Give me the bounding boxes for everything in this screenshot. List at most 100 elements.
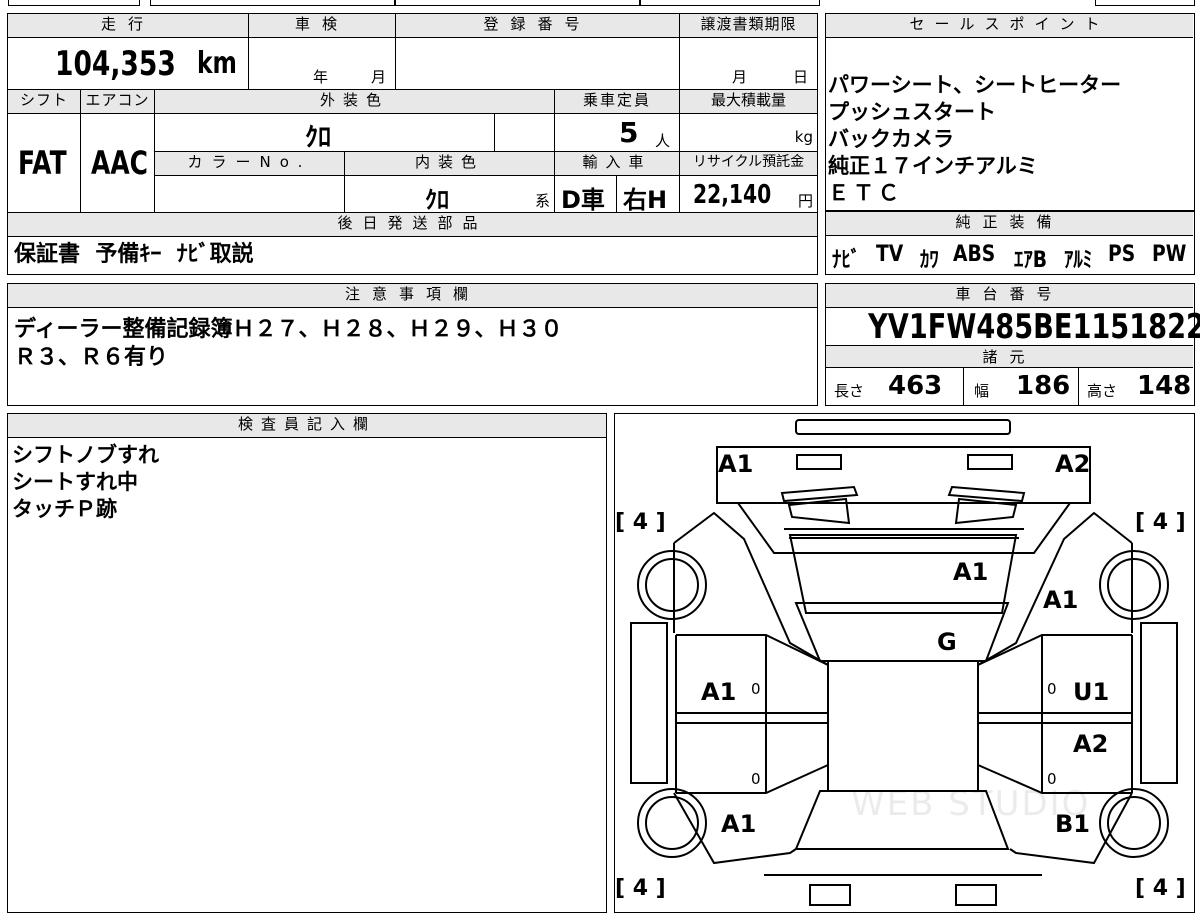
exterior-color-label: 外装色 [155, 90, 555, 114]
inspection-cell: 年 月 [249, 38, 396, 90]
spec-header: 諸元 [826, 346, 1193, 368]
transfer-month-label: 月 [732, 68, 748, 86]
inspector-line: シフトノブすれ [12, 443, 159, 467]
chassis-number-cell: YV1FW485BE1151822 [826, 308, 1200, 346]
mileage-value: 104,353 [55, 44, 176, 84]
max-load-label: 最大積載量 [680, 90, 817, 114]
inspector-header: 検査員記入欄 [8, 414, 606, 438]
registration-label: 登録番号 [396, 14, 680, 38]
tire-mark-front-right: [ 4 ] [1135, 510, 1186, 535]
shift-label: シフト [8, 90, 81, 114]
import-value-h: 右H [623, 186, 668, 214]
inspector-lines: シフトノブすれ シートすれ中 タッチＰ跡 [12, 442, 159, 523]
equip-item: ｶﾜ [919, 248, 939, 273]
import-drive-cell: D車 [555, 176, 617, 214]
length-value: 463 [888, 371, 943, 401]
transfer-day-label: 日 [793, 68, 809, 86]
chassis-header: 車台番号 [826, 284, 1193, 308]
recycle-label: リサイクル預託金 [680, 152, 817, 176]
width-cell: 幅 186 [964, 368, 1079, 405]
notes-lines: ディーラー整備記録簿Ｈ２７、Ｈ２８、Ｈ２９、Ｈ３０ Ｒ３、Ｒ６有り [14, 316, 562, 372]
recycle-cell: 22,140 円 [680, 176, 817, 213]
equipment-list: ﾅﾋﾞ TV ｶﾜ ABS ｴｱB ｱﾙﾐ PS PW [832, 242, 1192, 274]
notes-line: Ｒ３、Ｒ６有り [14, 345, 169, 370]
import-handle-cell: 右H [617, 176, 680, 214]
sales-point-line: プッシュスタート [828, 100, 996, 124]
width-label: 幅 [974, 382, 990, 400]
sales-point-line: ＥＴＣ [828, 181, 903, 205]
inspector-line: タッチＰ跡 [12, 497, 117, 521]
sales-point-panel: セールスポイント パワーシート、シートヒーター プッシュスタート バックカメラ … [825, 13, 1195, 211]
zero-mark: 0 [751, 770, 761, 788]
notes-line: ディーラー整備記録簿Ｈ２７、Ｈ２８、Ｈ２９、Ｈ３０ [14, 317, 563, 342]
damage-front-right: A2 [1055, 450, 1091, 478]
notes-panel: 注意事項欄 ディーラー整備記録簿Ｈ２７、Ｈ２８、Ｈ２９、Ｈ３０ Ｒ３、Ｒ６有り [7, 283, 818, 406]
length-cell: 長さ 463 [826, 368, 964, 405]
height-label: 高さ [1087, 382, 1118, 400]
max-load-cell: kg [680, 114, 817, 152]
sales-point-header: セールスポイント [826, 14, 1193, 38]
color-no-cell [155, 176, 345, 213]
inspection-month-label: 月 [371, 68, 387, 86]
sales-point-line: 純正１７インチアルミ [828, 154, 1038, 178]
capacity-unit: 人 [655, 132, 671, 150]
equip-item: TV [876, 242, 904, 267]
exterior-color-value: ｸﾛ [305, 123, 332, 153]
registration-cell [396, 38, 680, 90]
equip-item: PW [1151, 242, 1186, 267]
inspector-panel: 検査員記入欄 シフトノブすれ シートすれ中 タッチＰ跡 [7, 413, 607, 913]
max-load-unit: kg [794, 128, 813, 146]
capacity-value: 5 [619, 116, 639, 149]
equip-item: ｱﾙﾐ [1063, 248, 1093, 273]
vehicle-info-grid: 走行 車検 登録番号 譲渡書類期限 104,353 km 年 月 月 日 シフト… [7, 13, 818, 275]
notes-header: 注意事項欄 [8, 284, 817, 308]
width-value: 186 [1016, 371, 1071, 401]
mileage-label: 走行 [8, 14, 249, 38]
damage-left-rear: A1 [721, 810, 757, 838]
damage-right-fender: A1 [1043, 586, 1079, 614]
chassis-panel: 車台番号 YV1FW485BE1151822 諸元 長さ 463 幅 186 高… [825, 283, 1200, 406]
interior-color-suffix: 系 [535, 192, 551, 210]
car-diagram-panel: A1 A2 A1 A1 G A1 U1 A2 A1 B1 0 0 0 0 [ 4… [614, 413, 1195, 913]
mileage-cell: 104,353 km [8, 38, 249, 90]
inspector-line: シートすれ中 [12, 470, 138, 494]
interior-color-label: 内装色 [345, 152, 555, 176]
car-diagram [629, 418, 1178, 906]
equip-item: ABS [952, 242, 996, 267]
capacity-cell: 5 人 [555, 114, 680, 152]
damage-windshield: G [937, 628, 957, 656]
transfer-deadline-label: 譲渡書類期限 [680, 14, 817, 38]
aircon-cell: AAC [81, 114, 155, 213]
import-label: 輸入車 [555, 152, 680, 176]
sales-point-lines: パワーシート、シートヒーター プッシュスタート バックカメラ 純正１７インチアル… [828, 72, 1121, 207]
zero-mark: 0 [1047, 680, 1057, 698]
inspection-year-label: 年 [313, 68, 329, 86]
top-strip [0, 0, 1200, 8]
sales-point-line: バックカメラ [828, 127, 954, 151]
factory-equipment-panel: 純正装備 ﾅﾋﾞ TV ｶﾜ ABS ｴｱB ｱﾙﾐ PS PW [825, 211, 1195, 275]
damage-left-front-door: A1 [701, 678, 737, 706]
inspection-label: 車検 [249, 14, 396, 38]
aircon-value: AAC [91, 144, 148, 182]
damage-right-rear-door: A2 [1073, 730, 1109, 758]
interior-color-cell: ｸﾛ 系 [345, 176, 555, 214]
import-value-d: D車 [561, 186, 605, 214]
exterior-color-cell: ｸﾛ [155, 114, 495, 153]
recycle-unit: 円 [797, 192, 813, 210]
watermark: WEB STUDIO [851, 784, 1091, 824]
equip-item: PS [1108, 242, 1136, 267]
aircon-label: エアコン [81, 90, 155, 114]
transfer-cell: 月 日 [680, 38, 817, 90]
tire-mark-rear-right: [ 4 ] [1135, 876, 1186, 901]
chassis-number: YV1FW485BE1151822 [868, 307, 1200, 347]
mileage-unit: km [196, 46, 237, 81]
equip-item: ｴｱB [1013, 248, 1047, 273]
later-shipment-label: 後日発送部品 [8, 213, 817, 237]
damage-right-front-door: U1 [1073, 678, 1110, 706]
factory-equipment-header: 純正装備 [826, 212, 1193, 236]
tire-mark-front-left: [ 4 ] [615, 510, 666, 535]
interior-color-value: ｸﾛ [425, 186, 449, 214]
shift-cell: FAT [8, 114, 81, 213]
height-cell: 高さ 148 [1079, 368, 1193, 405]
sales-point-line: パワーシート、シートヒーター [828, 73, 1122, 97]
